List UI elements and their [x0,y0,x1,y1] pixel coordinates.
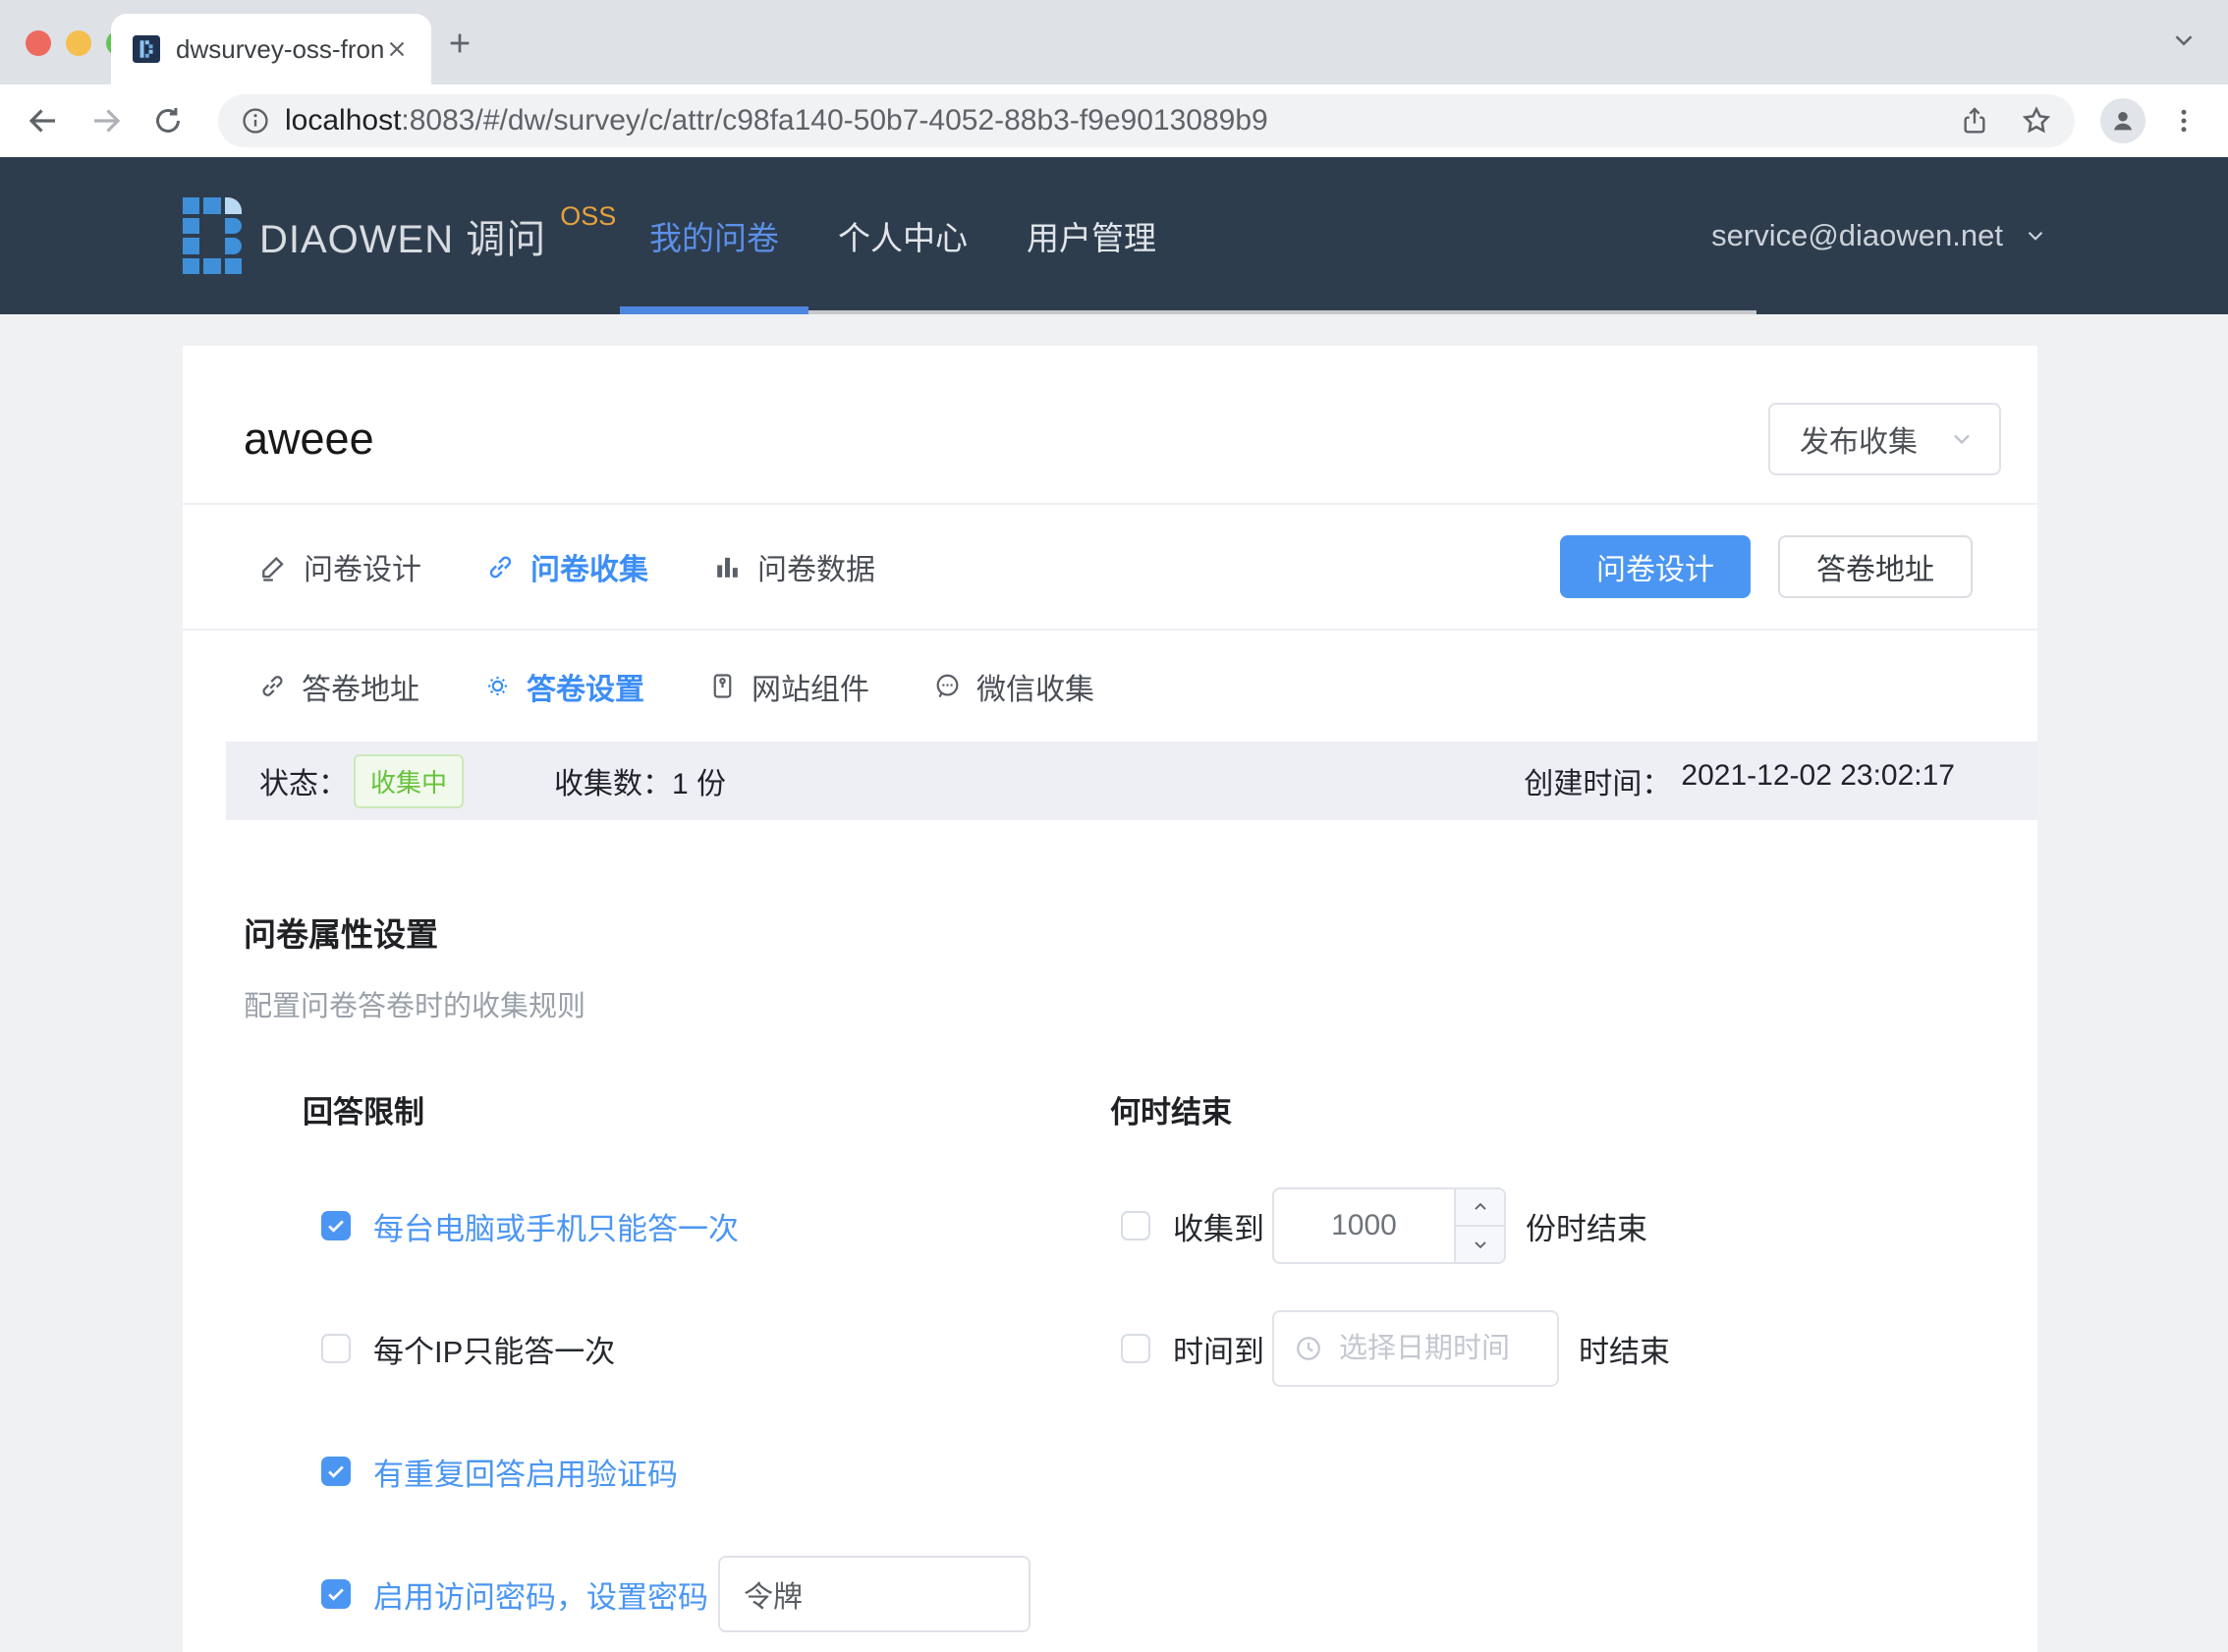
attribute-settings-section: 问卷属性设置 配置问卷答卷时的收集规则 [183,909,2037,1024]
main-menu: 我的问卷 个人中心 用户管理 [620,157,1756,314]
status-badge: 收集中 [354,754,464,808]
new-tab-button[interactable] [444,28,475,59]
brand-name[interactable]: DIAOWEN 调问 [259,207,546,264]
nav-item-user-management[interactable]: 用户管理 [997,157,1186,314]
clock-icon [1294,1334,1323,1363]
chevron-up-icon [1471,1197,1490,1217]
check-icon [325,1215,347,1237]
checkbox-unchecked[interactable] [321,1334,351,1363]
checkbox-checked[interactable] [321,1457,351,1486]
collect-count-input[interactable] [1274,1189,1454,1262]
nav-item-my-surveys[interactable]: 我的问卷 [620,157,808,314]
option-one-answer-per-ip: 每个IP只能答一次 [303,1309,1110,1388]
diaowen-logo-icon[interactable] [183,197,242,274]
answer-limit-column: 回答限制 每台电脑或手机只能答一次 每个IP只能答一次 [303,1087,1110,1633]
checkbox-unchecked[interactable] [1121,1211,1150,1240]
bar-chart-icon [711,551,744,583]
minimize-window-button[interactable] [66,30,91,56]
tab-site-widget[interactable]: 网站组件 [707,665,869,708]
password-input[interactable] [718,1556,1030,1632]
option-end-at-time: 时间到 时结束 [1110,1309,2037,1388]
browser-toolbar: localhost:8083/#/dw/survey/c/attr/c98fa1… [0,84,2228,157]
url-path: :8083/#/dw/survey/c/attr/c98fa140-50b7-4… [401,104,1267,137]
site-info-icon[interactable] [240,105,271,137]
answer-url-button[interactable]: 答卷地址 [1778,535,1973,598]
tab-search-chevron-icon[interactable] [2169,26,2199,55]
tab-title: dwsurvey-oss-front-vue [176,34,384,65]
chat-bubble-icon [932,671,963,701]
nav-item-personal-center[interactable]: 个人中心 [808,157,997,314]
browser-tab[interactable]: dwsurvey-oss-front-vue [111,14,431,84]
pencil-icon [257,551,290,583]
option-end-at-count: 收集到 份时结束 [1110,1186,2037,1265]
datetime-input[interactable] [1339,1333,1545,1365]
browser-profile-avatar[interactable] [2100,98,2145,143]
link-icon [257,671,288,701]
url-host: localhost [285,104,401,137]
tab-survey-design[interactable]: 问卷设计 [257,545,421,588]
stepper-decrease-button[interactable] [1456,1227,1504,1262]
secondary-tabs-row: 答卷地址 答卷设置 网站组件 微信收集 [183,631,2037,742]
option-access-password: 启用访问密码，设置密码 [303,1555,1110,1633]
tag-icon [707,671,738,701]
section-subheading: 配置问卷答卷时的收集规则 [244,983,1977,1024]
tab-survey-collect[interactable]: 问卷收集 [484,545,648,588]
collect-count-label: 收集数： [554,759,672,802]
option-one-answer-per-device: 每台电脑或手机只能答一次 [303,1186,1110,1265]
end-when-heading: 何时结束 [1110,1087,2037,1131]
end-when-column: 何时结束 收集到 [1110,1087,2037,1633]
primary-tabs-row: 问卷设计 问卷收集 问卷数据 问卷设计 答卷地址 [183,505,2037,629]
tab-wechat-collect[interactable]: 微信收集 [932,665,1094,708]
reload-icon[interactable] [151,104,185,138]
close-window-button[interactable] [26,30,51,56]
user-email: service@diaowen.net [1711,218,2003,253]
survey-title: aweee [244,413,374,465]
url-bar[interactable]: localhost:8083/#/dw/survey/c/attr/c98fa1… [218,94,2075,147]
chevron-down-icon [1948,425,1976,453]
tab-survey-data[interactable]: 问卷数据 [711,545,875,588]
checkbox-checked[interactable] [321,1211,351,1240]
time-suffix-label: 时结束 [1579,1327,1670,1371]
checkbox-checked[interactable] [321,1579,351,1609]
check-icon [325,1460,347,1482]
browser-tabstrip: dwsurvey-oss-front-vue [0,0,2228,84]
page-background: aweee 发布收集 问卷设计 问卷收集 问卷数据 [0,346,2228,1652]
stepper-increase-button[interactable] [1456,1189,1504,1227]
publish-collect-select[interactable]: 发布收集 [1768,403,2001,475]
favicon [133,35,160,63]
url-text[interactable]: localhost:8083/#/dw/survey/c/attr/c98fa1… [285,104,1939,138]
collect-count-value: 1 份 [672,759,726,802]
link-icon [484,551,517,583]
datetime-picker[interactable] [1272,1310,1559,1387]
created-time-value: 2021-12-02 23:02:17 [1681,759,1955,802]
app-navbar: DIAOWEN 调问 OSS 我的问卷 个人中心 用户管理 service@di… [0,157,2228,314]
back-icon[interactable] [26,103,61,138]
check-icon [325,1583,347,1605]
forward-icon[interactable] [88,103,124,138]
survey-design-button[interactable]: 问卷设计 [1560,535,1751,598]
count-suffix-label: 份时结束 [1526,1204,1647,1248]
browser-menu-icon[interactable] [2169,106,2199,136]
tab-answer-settings[interactable]: 答卷设置 [482,665,644,708]
gear-icon [482,671,513,701]
status-label: 状态： [259,759,348,802]
chevron-down-icon [2023,223,2048,248]
option-captcha-on-repeat: 有重复回答启用验证码 [303,1432,1110,1511]
tab-answer-url[interactable]: 答卷地址 [257,665,419,708]
status-bar: 状态： 收集中 收集数： 1 份 创建时间： 2021-12-02 23:02:… [226,742,2037,820]
chevron-down-icon [1471,1235,1490,1254]
survey-card: aweee 发布收集 问卷设计 问卷收集 问卷数据 [183,346,2037,1652]
brand-oss-badge: OSS [560,201,616,232]
answer-limit-heading: 回答限制 [303,1087,1110,1131]
bookmark-star-icon[interactable] [2020,104,2053,138]
share-icon[interactable] [1959,105,1990,137]
checkbox-unchecked[interactable] [1121,1334,1150,1363]
user-account-dropdown[interactable]: service@diaowen.net [1711,218,2048,253]
collect-count-stepper [1272,1187,1506,1264]
section-heading: 问卷属性设置 [244,909,1977,956]
created-time-label: 创建时间： [1524,759,1671,802]
tab-close-icon[interactable] [384,36,410,62]
